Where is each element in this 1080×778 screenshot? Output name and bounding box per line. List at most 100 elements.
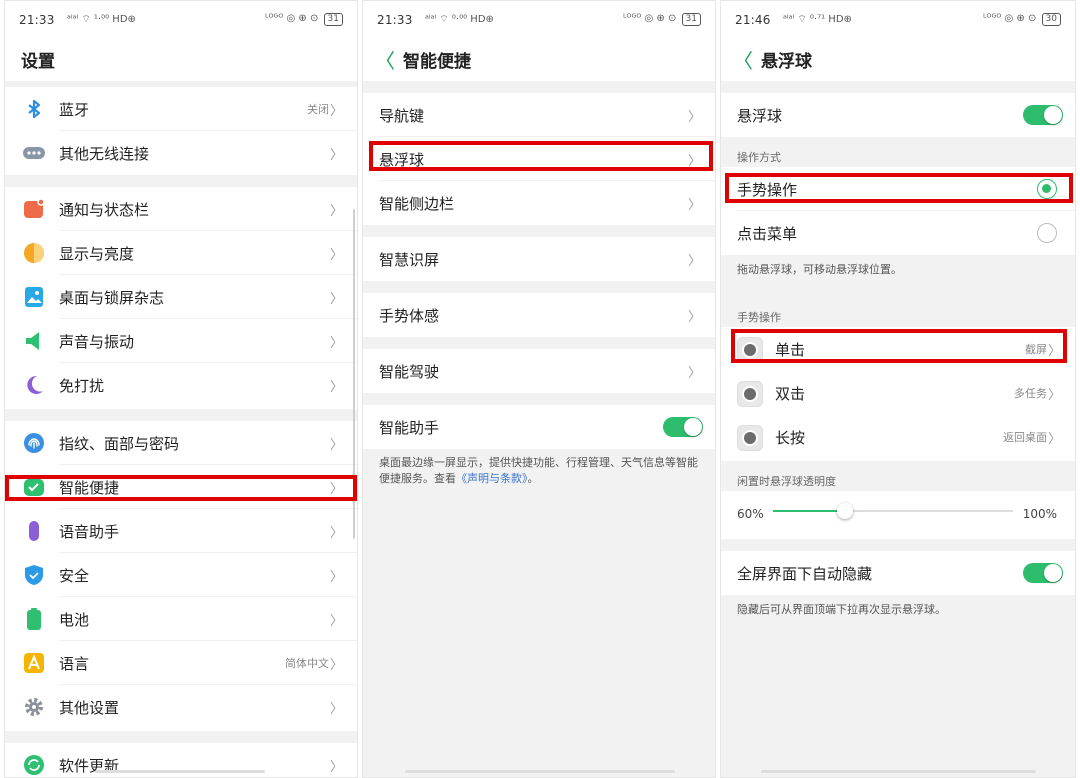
gesture-action: 返回桌面 (1003, 431, 1047, 444)
mode-group: 手势操作 点击菜单 (721, 167, 1075, 255)
gesture-section-title: 手势操作 (737, 311, 781, 324)
mode-section-title: 操作方式 (737, 151, 781, 164)
page-title: 设置 (21, 52, 55, 72)
assistant-toggle[interactable] (663, 417, 703, 437)
chevron-right-icon: 〉 (687, 198, 701, 213)
smart-group-1: 导航键 〉 悬浮球 〉 智能侧边栏 〉 (363, 93, 715, 225)
chevron-right-icon: 〉 (687, 310, 701, 325)
more-connections-icon (23, 147, 45, 159)
settings-item-fingerprint[interactable]: 指纹、面部与密码 〉 (5, 421, 357, 465)
mode-menu-radio[interactable] (1037, 223, 1057, 243)
smart-item-navkey[interactable]: 导航键 〉 (363, 93, 715, 137)
settings-item-security[interactable]: 安全 〉 (5, 553, 357, 597)
settings-item-label: 指纹、面部与密码 (59, 435, 180, 453)
gesture-long-press-row[interactable]: 长按 返回桌面 〉 (721, 415, 1075, 461)
terms-link[interactable]: 《声明与条款》 (456, 472, 528, 485)
settings-item-label: 电池 (59, 611, 90, 629)
gesture-label: 单击 (775, 341, 806, 359)
chevron-right-icon: 〉 (687, 154, 701, 169)
smart-icon (24, 479, 44, 496)
system-icons: ᴸᴼᴳᴼ ◎ ⊕ ⊙ 30 (983, 13, 1061, 26)
page-title: 智能便捷 (403, 52, 471, 72)
chevron-right-icon: 〉 (329, 438, 343, 453)
chevron-right-icon: 〉 (687, 110, 701, 125)
scrollbar[interactable] (353, 209, 355, 539)
smart-item-gesture[interactable]: 手势体感 〉 (363, 293, 715, 337)
opacity-section-title: 闲置时悬浮球透明度 (737, 475, 836, 488)
status-time: 21:33 (377, 13, 413, 27)
smart-item-floatball[interactable]: 悬浮球 〉 (363, 137, 715, 181)
settings-item-display[interactable]: 显示与亮度 〉 (5, 231, 357, 275)
settings-item-wireless[interactable]: 其他无线连接 〉 (5, 131, 357, 175)
settings-item-label: 显示与亮度 (59, 245, 135, 263)
settings-item-label: 其他无线连接 (59, 145, 150, 163)
slider-thumb[interactable] (837, 503, 853, 519)
chevron-right-icon: 〉 (329, 570, 343, 585)
page-header: 设置 (5, 41, 357, 81)
autohide-note: 隐藏后可从界面顶端下拉再次显示悬浮球。 (737, 603, 946, 616)
settings-item-notification[interactable]: 通知与状态栏 〉 (5, 187, 357, 231)
smart-item-label: 智能驾驶 (379, 363, 440, 381)
chevron-right-icon: 〉 (1047, 344, 1061, 359)
settings-item-label: 智能便捷 (59, 479, 120, 497)
gesture-double-tap-row[interactable]: 双击 多任务 〉 (721, 371, 1075, 417)
smart-item-assistant: 智能助手 (363, 405, 715, 449)
floatball-toggle[interactable] (1023, 105, 1063, 125)
status-bar: 21:46 ᵃˡᵃˡ ⌔ ⁰·⁷¹ HD⊕ ᴸᴼᴳᴼ ◎ ⊕ ⊙ 30 (721, 1, 1075, 41)
chevron-right-icon: 〉 (329, 292, 343, 307)
opacity-slider[interactable] (773, 503, 1013, 519)
smart-group-3: 手势体感 〉 (363, 293, 715, 337)
mode-gesture-row[interactable]: 手势操作 (721, 167, 1075, 211)
settings-group-connectivity: 蓝牙 关闭 〉 其他无线连接 〉 (5, 87, 357, 175)
smart-item-label: 手势体感 (379, 307, 440, 325)
battery-icon (27, 608, 41, 630)
settings-item-label: 其他设置 (59, 699, 120, 717)
floatball-icon (737, 337, 763, 363)
floatball-toggle-row: 悬浮球 (721, 93, 1075, 137)
chevron-right-icon: 〉 (329, 336, 343, 351)
opacity-group: 60% 100% (721, 491, 1075, 539)
back-icon[interactable]: 〈 (733, 45, 753, 74)
bluetooth-status: 关闭 (307, 103, 329, 116)
settings-item-battery[interactable]: 电池 〉 (5, 597, 357, 641)
signal-icons: ᵃˡᵃˡ ⌔ ⁰·⁰⁰ HD⊕ (425, 14, 494, 25)
settings-item-voice[interactable]: 语音助手 〉 (5, 509, 357, 553)
settings-group-system: 指纹、面部与密码 〉 智能便捷 〉 语音助手 〉 安全 〉 电池 〉 语言 简体… (5, 421, 357, 731)
settings-item-language[interactable]: 语言 简体中文 〉 (5, 641, 357, 685)
smart-item-driving[interactable]: 智能驾驶 〉 (363, 349, 715, 393)
smart-item-screen-recognition[interactable]: 智慧识屏 〉 (363, 237, 715, 281)
fingerprint-icon (24, 433, 44, 453)
chevron-right-icon: 〉 (1047, 388, 1061, 403)
page-header: 〈 悬浮球 (721, 41, 1075, 81)
settings-item-smart[interactable]: 智能便捷 〉 (5, 465, 357, 509)
opacity-max-label: 100% (1022, 507, 1057, 521)
smart-item-label: 悬浮球 (379, 151, 425, 169)
voice-assistant-icon (29, 521, 39, 541)
mode-menu-row[interactable]: 点击菜单 (721, 211, 1075, 255)
gesture-label: 双击 (775, 385, 806, 403)
gesture-action: 多任务 (1014, 387, 1047, 400)
status-time: 21:33 (19, 13, 55, 27)
settings-item-dnd[interactable]: 免打扰 〉 (5, 363, 357, 407)
bluetooth-icon (28, 99, 41, 119)
floatball-toggle-label: 悬浮球 (737, 107, 783, 125)
floatball-icon (737, 381, 763, 407)
autohide-toggle[interactable] (1023, 563, 1063, 583)
do-not-disturb-icon (27, 375, 43, 394)
settings-item-wallpaper[interactable]: 桌面与锁屏杂志 〉 (5, 275, 357, 319)
smart-screen: 21:33 ᵃˡᵃˡ ⌔ ⁰·⁰⁰ HD⊕ ᴸᴼᴳᴼ ◎ ⊕ ⊙ 31 〈 智能… (362, 0, 716, 778)
settings-item-other[interactable]: 其他设置 〉 (5, 685, 357, 729)
chevron-right-icon: 〉 (329, 248, 343, 263)
settings-item-bluetooth[interactable]: 蓝牙 关闭 〉 (5, 87, 357, 131)
settings-item-sound[interactable]: 声音与振动 〉 (5, 319, 357, 363)
gesture-tap-row[interactable]: 单击 截屏 〉 (721, 327, 1075, 373)
settings-screen: 21:33 ᵃˡᵃˡ ⌔ ¹·⁰⁰ HD⊕ ᴸᴼᴳᴼ ◎ ⊕ ⊙ 31 设置 蓝… (4, 0, 358, 778)
mode-gesture-radio[interactable] (1037, 179, 1057, 199)
smart-group-5: 智能助手 (363, 405, 715, 449)
smart-item-sidebar[interactable]: 智能侧边栏 〉 (363, 181, 715, 225)
chevron-right-icon: 〉 (329, 104, 343, 119)
gesture-action: 截屏 (1025, 343, 1047, 356)
gesture-group: 单击 截屏 〉 双击 多任务 〉 长按 返回桌面 〉 (721, 327, 1075, 461)
back-icon[interactable]: 〈 (375, 45, 395, 74)
gesture-bar (95, 770, 265, 773)
